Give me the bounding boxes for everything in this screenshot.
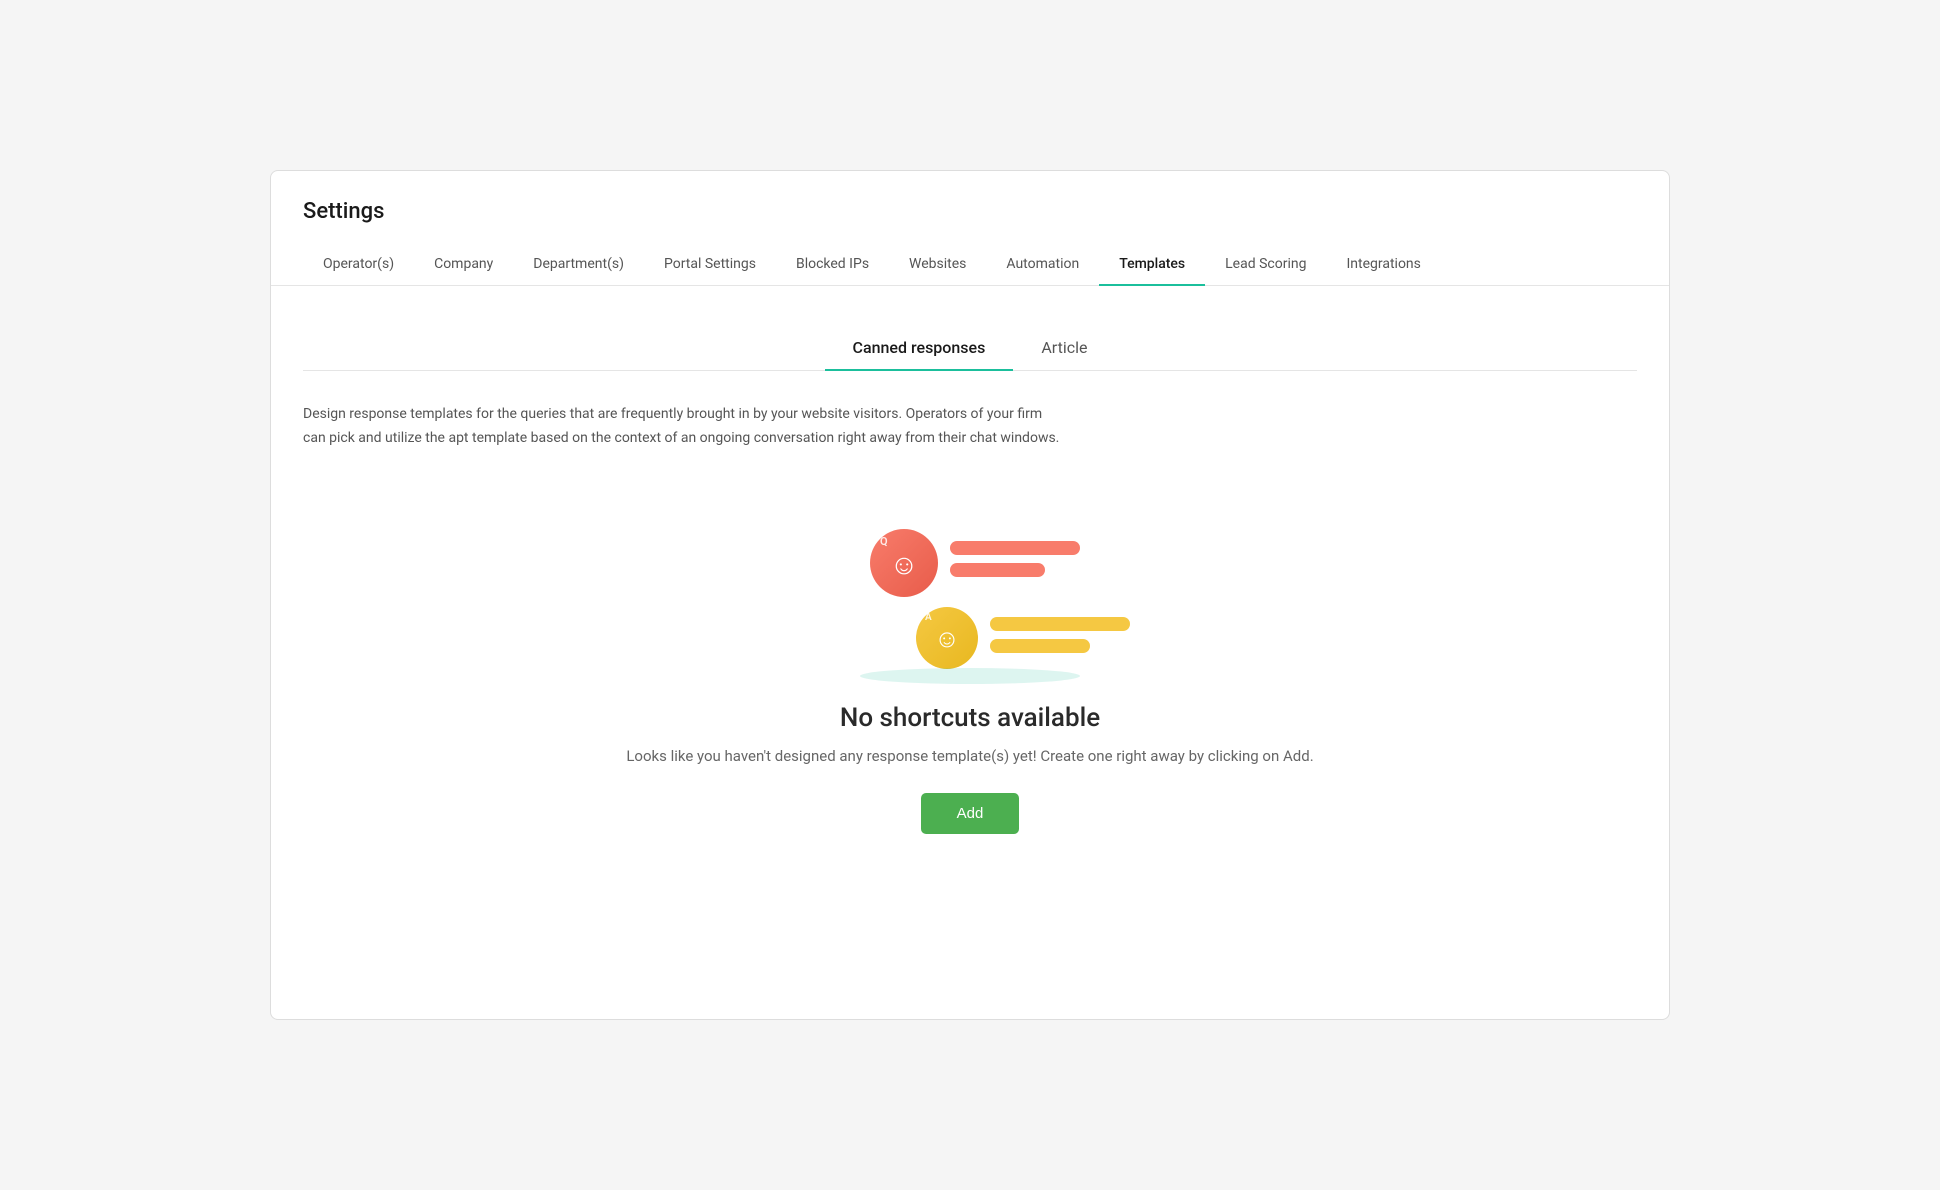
page-header: Settings Operator(s)CompanyDepartment(s)… [271,171,1669,286]
app-window: Settings Operator(s)CompanyDepartment(s)… [270,170,1670,1020]
nav-tab-lead-scoring[interactable]: Lead Scoring [1205,244,1326,286]
nav-tab-departments[interactable]: Department(s) [513,244,644,286]
question-bubble: ☺ [870,529,938,597]
nav-tab-websites[interactable]: Websites [889,244,986,286]
sub-tab-article[interactable]: Article [1013,326,1115,371]
nav-tab-templates[interactable]: Templates [1099,244,1205,286]
person-icon-a: ☺ [934,625,960,654]
answer-bubble: ☺ [916,607,978,669]
answer-lines [990,617,1130,653]
nav-tab-portal-settings[interactable]: Portal Settings [644,244,776,286]
line-long-a [990,617,1130,631]
line-long-q [950,541,1080,555]
illustration: ☺ ☺ [830,519,1110,679]
line-medium-q [950,563,1045,577]
nav-tab-operators[interactable]: Operator(s) [303,244,414,286]
nav-tab-company[interactable]: Company [414,244,513,286]
sub-tabs: Canned responsesArticle [303,326,1637,371]
line-medium-a [990,639,1090,653]
empty-description: Looks like you haven't designed any resp… [626,747,1313,765]
empty-title: No shortcuts available [840,703,1100,733]
nav-tab-integrations[interactable]: Integrations [1326,244,1440,286]
nav-tab-blocked-ips[interactable]: Blocked IPs [776,244,889,286]
question-lines [950,541,1080,577]
empty-state: ☺ ☺ No shortcuts availab [303,499,1637,854]
description-text: Design response templates for the querie… [303,403,1063,451]
add-button[interactable]: Add [921,793,1020,834]
sub-tab-canned-responses[interactable]: Canned responses [825,326,1014,371]
nav-tab-automation[interactable]: Automation [986,244,1099,286]
page-title: Settings [303,199,1637,224]
nav-tabs: Operator(s)CompanyDepartment(s)Portal Se… [303,244,1637,285]
page-content: Canned responsesArticle Design response … [271,286,1669,894]
illustration-base [860,668,1080,684]
person-icon-q: ☺ [890,548,919,581]
